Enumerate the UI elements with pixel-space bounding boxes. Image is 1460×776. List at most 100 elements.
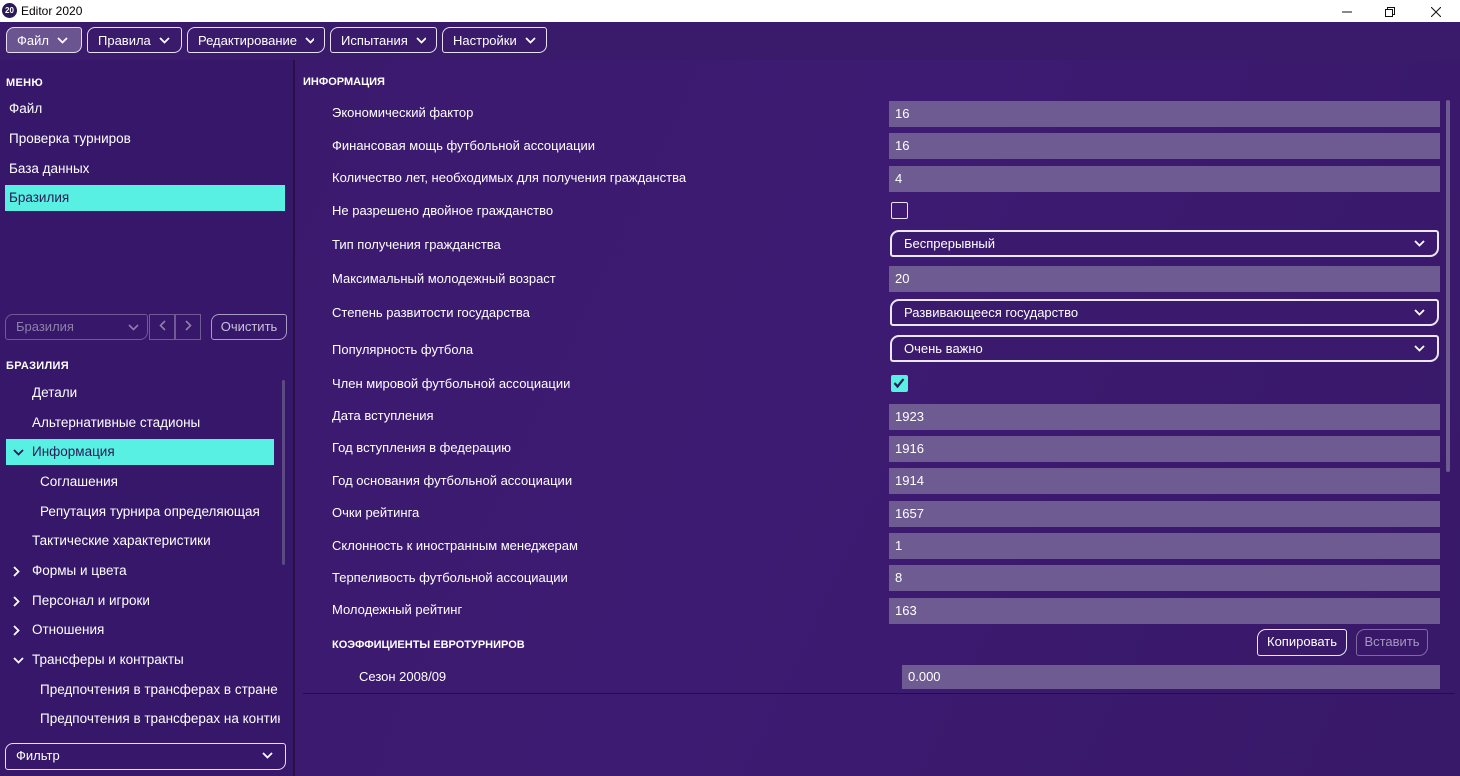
chevron-down-icon <box>525 36 536 44</box>
menu-edit[interactable]: Редактирование <box>187 27 325 53</box>
tree-item-transfers[interactable]: Трансферы и контракты <box>6 647 274 673</box>
label-fifa-member: Член мировой футбольной ассоциации <box>332 376 571 391</box>
menu-bar: Файл Правила Редактирование Испытания На… <box>0 22 1460 60</box>
fa-financial-power-input[interactable]: 16 <box>889 133 1440 159</box>
tree-item-relations-label: Отношения <box>32 622 105 637</box>
tree-item-kits-label: Формы и цвета <box>32 563 127 578</box>
chevron-right-icon[interactable] <box>13 558 25 584</box>
copy-button[interactable]: Копировать <box>1257 629 1347 656</box>
section-divider <box>303 693 1455 694</box>
season-coefficient-input[interactable]: 0.000 <box>902 665 1440 689</box>
chevron-down-icon[interactable] <box>13 439 25 465</box>
navigation-row: Бразилия Очистить <box>5 314 287 340</box>
restore-icon <box>1385 6 1395 17</box>
menu-item-tournament-check[interactable]: Проверка турниров <box>5 126 285 152</box>
tree-item-transfers-label: Трансферы и контракты <box>32 652 184 667</box>
nav-back-button[interactable] <box>149 314 175 340</box>
label-citizenship-years: Количество лет, необходимых для получени… <box>332 170 687 185</box>
economic-factor-input[interactable]: 16 <box>889 101 1440 127</box>
chevron-down-icon <box>416 36 426 44</box>
menu-rules-label: Правила <box>98 32 151 48</box>
clear-button[interactable]: Очистить <box>211 314 287 340</box>
tree-scrollbar[interactable] <box>282 380 285 565</box>
tree-item-alt-stadiums[interactable]: Альтернативные стадионы <box>32 410 200 436</box>
menu-tests[interactable]: Испытания <box>330 27 437 53</box>
chevron-down-icon <box>57 36 68 44</box>
menu-rules[interactable]: Правила <box>87 27 182 53</box>
close-button[interactable] <box>1413 0 1459 22</box>
chevron-down-icon[interactable] <box>13 647 25 673</box>
federation-join-year-input[interactable]: 1916 <box>889 436 1440 462</box>
menu-item-database[interactable]: База данных <box>5 156 285 182</box>
menu-item-file[interactable]: Файл <box>5 96 285 122</box>
window-title: Editor 2020 <box>21 4 83 18</box>
tree-item-transfer-pref-country[interactable]: Предпочтения в трансферах в стране <box>40 677 278 703</box>
tree-heading: БРАЗИЛИЯ <box>6 360 69 372</box>
tree-item-information[interactable]: Информация <box>6 439 274 465</box>
ranking-points-input[interactable]: 1657 <box>889 501 1440 527</box>
youth-rating-input[interactable]: 163 <box>889 598 1440 624</box>
development-level-select[interactable]: Развивающееся государство <box>890 299 1439 326</box>
label-citizenship-type: Тип получения гражданства <box>332 237 501 252</box>
label-youth-rating: Молодежный рейтинг <box>332 602 463 617</box>
chevron-right-icon[interactable] <box>13 588 25 614</box>
tree-item-kits[interactable]: Формы и цвета <box>6 558 274 584</box>
menu-file[interactable]: Файл <box>6 27 82 53</box>
nav-forward-button[interactable] <box>175 314 201 340</box>
chevron-down-icon <box>1414 240 1425 247</box>
tree-item-relations[interactable]: Отношения <box>6 617 274 643</box>
restore-button[interactable] <box>1367 0 1413 22</box>
join-date-input[interactable]: 1923 <box>889 404 1440 430</box>
label-ranking-points: Очки рейтинга <box>332 505 420 520</box>
label-development-level: Степень развитости государства <box>332 305 530 320</box>
chevron-down-icon <box>1414 345 1425 352</box>
tree-item-details[interactable]: Детали <box>32 380 77 406</box>
chevron-down-icon <box>128 324 139 331</box>
tree-item-agreements[interactable]: Соглашения <box>40 469 118 495</box>
menu-heading: МЕНЮ <box>6 77 43 89</box>
nav-combo-value: Бразилия <box>16 319 74 334</box>
tree-item-transfer-pref-continent[interactable]: Предпочтения в трансферах на контине <box>40 706 280 732</box>
citizenship-type-value: Беспрерывный <box>904 236 996 251</box>
max-youth-age-input[interactable]: 20 <box>889 266 1440 292</box>
content-scrollbar[interactable] <box>1446 100 1450 472</box>
menu-tests-label: Испытания <box>341 32 408 48</box>
development-level-value: Развивающееся государство <box>904 305 1079 320</box>
menu-settings[interactable]: Настройки <box>442 27 547 53</box>
label-fa-founded-year: Год основания футбольной ассоциации <box>332 473 573 488</box>
football-popularity-select[interactable]: Очень важно <box>890 335 1439 362</box>
app-logo-icon: 20 <box>2 3 17 18</box>
dual-citizenship-checkbox[interactable] <box>891 202 908 219</box>
fa-patience-input[interactable]: 8 <box>889 565 1440 591</box>
close-icon <box>1430 6 1442 17</box>
label-foreign-manager-tendency: Склонность к иностранным менеджерам <box>332 538 578 553</box>
chevron-down-icon <box>305 36 314 44</box>
chevron-down-icon <box>262 752 273 759</box>
tree-item-staff-label: Персонал и игроки <box>32 593 150 608</box>
paste-button[interactable]: Вставить <box>1356 629 1428 656</box>
label-football-popularity: Популярность футбола <box>332 342 474 357</box>
label-dual-citizenship: Не разрешено двойное гражданство <box>332 203 554 218</box>
fa-founded-year-input[interactable]: 1914 <box>889 468 1440 494</box>
fifa-member-checkbox[interactable] <box>891 375 908 392</box>
checkmark-icon <box>893 378 905 389</box>
filter-select[interactable]: Фильтр <box>5 743 286 770</box>
chevron-right-icon[interactable] <box>13 617 25 643</box>
citizenship-years-input[interactable]: 4 <box>889 166 1440 192</box>
tree-item-tactics[interactable]: Тактические характеристики <box>32 528 211 554</box>
football-popularity-value: Очень важно <box>904 341 983 356</box>
menu-settings-label: Настройки <box>453 32 517 48</box>
tree-item-staff[interactable]: Персонал и игроки <box>6 588 274 614</box>
tree-item-tournament-reputation[interactable]: Репутация турнира определяющая <box>40 499 260 525</box>
label-federation-join-year: Год вступления в федерацию <box>332 440 512 455</box>
minimize-icon <box>1342 11 1352 13</box>
menu-item-brazil[interactable]: Бразилия <box>5 185 285 211</box>
season-label: Сезон 2008/09 <box>359 669 447 684</box>
nav-combo[interactable]: Бразилия <box>5 314 148 340</box>
foreign-manager-tendency-input[interactable]: 1 <box>889 533 1440 559</box>
tree-item-information-label: Информация <box>32 444 115 459</box>
section-title: ИНФОРМАЦИЯ <box>303 76 385 88</box>
title-bar: 20 Editor 2020 <box>0 0 1460 22</box>
minimize-button[interactable] <box>1324 0 1370 22</box>
citizenship-type-select[interactable]: Беспрерывный <box>890 230 1439 257</box>
